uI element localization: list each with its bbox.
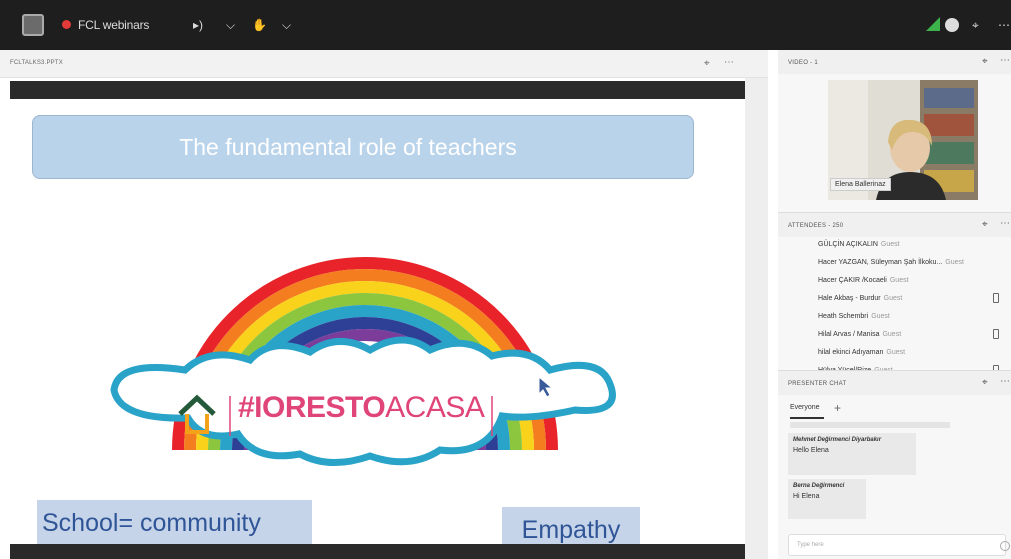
help-icon[interactable]: ?: [945, 18, 959, 32]
mouse-pointer-icon: [538, 376, 554, 398]
layout-grid-icon[interactable]: [22, 14, 44, 36]
chat-scroll-region: [790, 422, 950, 428]
chat-message: Mehmet Değirmenci Diyarbakır Hello Elena: [788, 433, 916, 475]
more-icon[interactable]: ⋯: [724, 57, 734, 68]
mobile-phone-icon: [993, 329, 999, 339]
chat-pod-header: PRESENTER CHAT ⌖ ⋯: [778, 371, 1011, 395]
app-window: FCL webinars ▸) ⌵ ✋ ⌵ ? ⌖ ⋯ FCLTALKS3.PP…: [0, 0, 1011, 559]
share-pod-title: FCLTALKS3.PPTX: [10, 60, 63, 66]
fullscreen-icon[interactable]: ⌖: [982, 377, 988, 388]
add-tab-icon[interactable]: +: [834, 401, 841, 415]
fullscreen-icon[interactable]: ⌖: [704, 58, 710, 69]
top-bar: FCL webinars ▸) ⌵ ✋ ⌵ ? ⌖ ⋯: [0, 0, 1011, 50]
more-icon[interactable]: ⋯: [1000, 55, 1010, 66]
fullscreen-icon[interactable]: ⌖: [972, 14, 979, 36]
school-community-box: School= community: [37, 500, 312, 546]
attendees-pod-header: ATTENDEES - 250 ⌖ ⋯: [778, 213, 1011, 237]
chat-text: Hello Elena: [793, 447, 829, 454]
chat-message: Berna Değirmenci Hi Elena: [788, 479, 866, 519]
mobile-phone-icon: [993, 293, 999, 303]
attendee-row[interactable]: Hale Akbaş - Burdur Guest: [818, 289, 1008, 307]
attendee-row[interactable]: Hilal Arvas / Manisa Guest: [818, 325, 1008, 343]
meeting-title: FCL webinars: [78, 18, 150, 32]
signal-icon[interactable]: [926, 17, 940, 31]
raise-hand-icon[interactable]: ✋: [252, 14, 267, 36]
active-tab-indicator: [790, 417, 824, 419]
video-pod-title: VIDEO - 1: [788, 60, 819, 66]
hashtag-text: #IORESTOACASA: [238, 391, 485, 424]
right-panel: VIDEO - 1 ⌖ ⋯ Elena Ballerinaz ATTENDEES…: [778, 50, 1011, 559]
empathy-text: Empathy: [521, 515, 621, 544]
attendee-row[interactable]: Hacer ÇAKIR /Kocaeli Guest: [818, 271, 1008, 289]
attendee-row[interactable]: Hacer YAZGAN, Süleyman Şah İlkoku... Gues…: [818, 253, 1008, 271]
more-icon[interactable]: ⋯: [998, 14, 1010, 36]
chat-tab-everyone[interactable]: Everyone: [790, 404, 820, 411]
chat-input[interactable]: Type here: [788, 534, 1006, 556]
school-community-text: School= community: [42, 508, 261, 537]
speaker-icon[interactable]: ▸): [193, 14, 203, 36]
video-pod-header: VIDEO - 1 ⌖ ⋯: [778, 50, 1011, 74]
slide-bottom-band: [10, 544, 745, 559]
chat-pod-title: PRESENTER CHAT: [788, 381, 847, 387]
chat-input-placeholder: Type here: [797, 542, 824, 548]
slide: The fundamental role of teachers #IOREST…: [10, 78, 745, 559]
chevron-down-icon[interactable]: ⌵: [282, 14, 291, 36]
chat-pod: PRESENTER CHAT ⌖ ⋯ Everyone + Mehmet Değ…: [778, 370, 1011, 559]
record-dot-icon: [62, 20, 71, 29]
rainbow-cloud-illustration: [110, 257, 616, 467]
more-icon[interactable]: ⋯: [1000, 218, 1010, 229]
attendee-row[interactable]: GÜLÇİN AÇIKALIN Guest: [818, 235, 1008, 253]
attendee-row[interactable]: Heath Schembri Guest: [818, 307, 1008, 325]
fullscreen-icon[interactable]: ⌖: [982, 56, 988, 67]
video-pod: VIDEO - 1 ⌖ ⋯ Elena Ballerinaz: [778, 50, 1011, 212]
chevron-down-icon[interactable]: ⌵: [226, 14, 235, 36]
video-name-label: Elena Ballerinaz: [830, 178, 891, 191]
share-pod-header: FCLTALKS3.PPTX ⌖ ⋯: [0, 50, 768, 78]
more-icon[interactable]: ⋯: [1000, 376, 1010, 387]
attendee-list: GÜLÇİN AÇIKALIN Guest Hacer YAZGAN, Süley…: [818, 235, 1008, 379]
chat-sender: Berna Değirmenci: [793, 483, 845, 489]
fullscreen-icon[interactable]: ⌖: [982, 219, 988, 230]
emoji-icon[interactable]: [1000, 541, 1010, 551]
chat-sender: Mehmet Değirmenci Diyarbakır: [793, 437, 882, 443]
pod-divider: [745, 78, 768, 559]
share-pod: FCLTALKS3.PPTX ⌖ ⋯ The fundamental role …: [0, 50, 768, 559]
attendees-pod: ATTENDEES - 250 ⌖ ⋯ GÜLÇİN AÇIKALIN Guest…: [778, 212, 1011, 375]
chat-text: Hi Elena: [793, 493, 820, 500]
attendee-row[interactable]: hilal ekinci Adıyaman Guest: [818, 343, 1008, 361]
attendees-pod-title: ATTENDEES - 250: [788, 223, 844, 229]
